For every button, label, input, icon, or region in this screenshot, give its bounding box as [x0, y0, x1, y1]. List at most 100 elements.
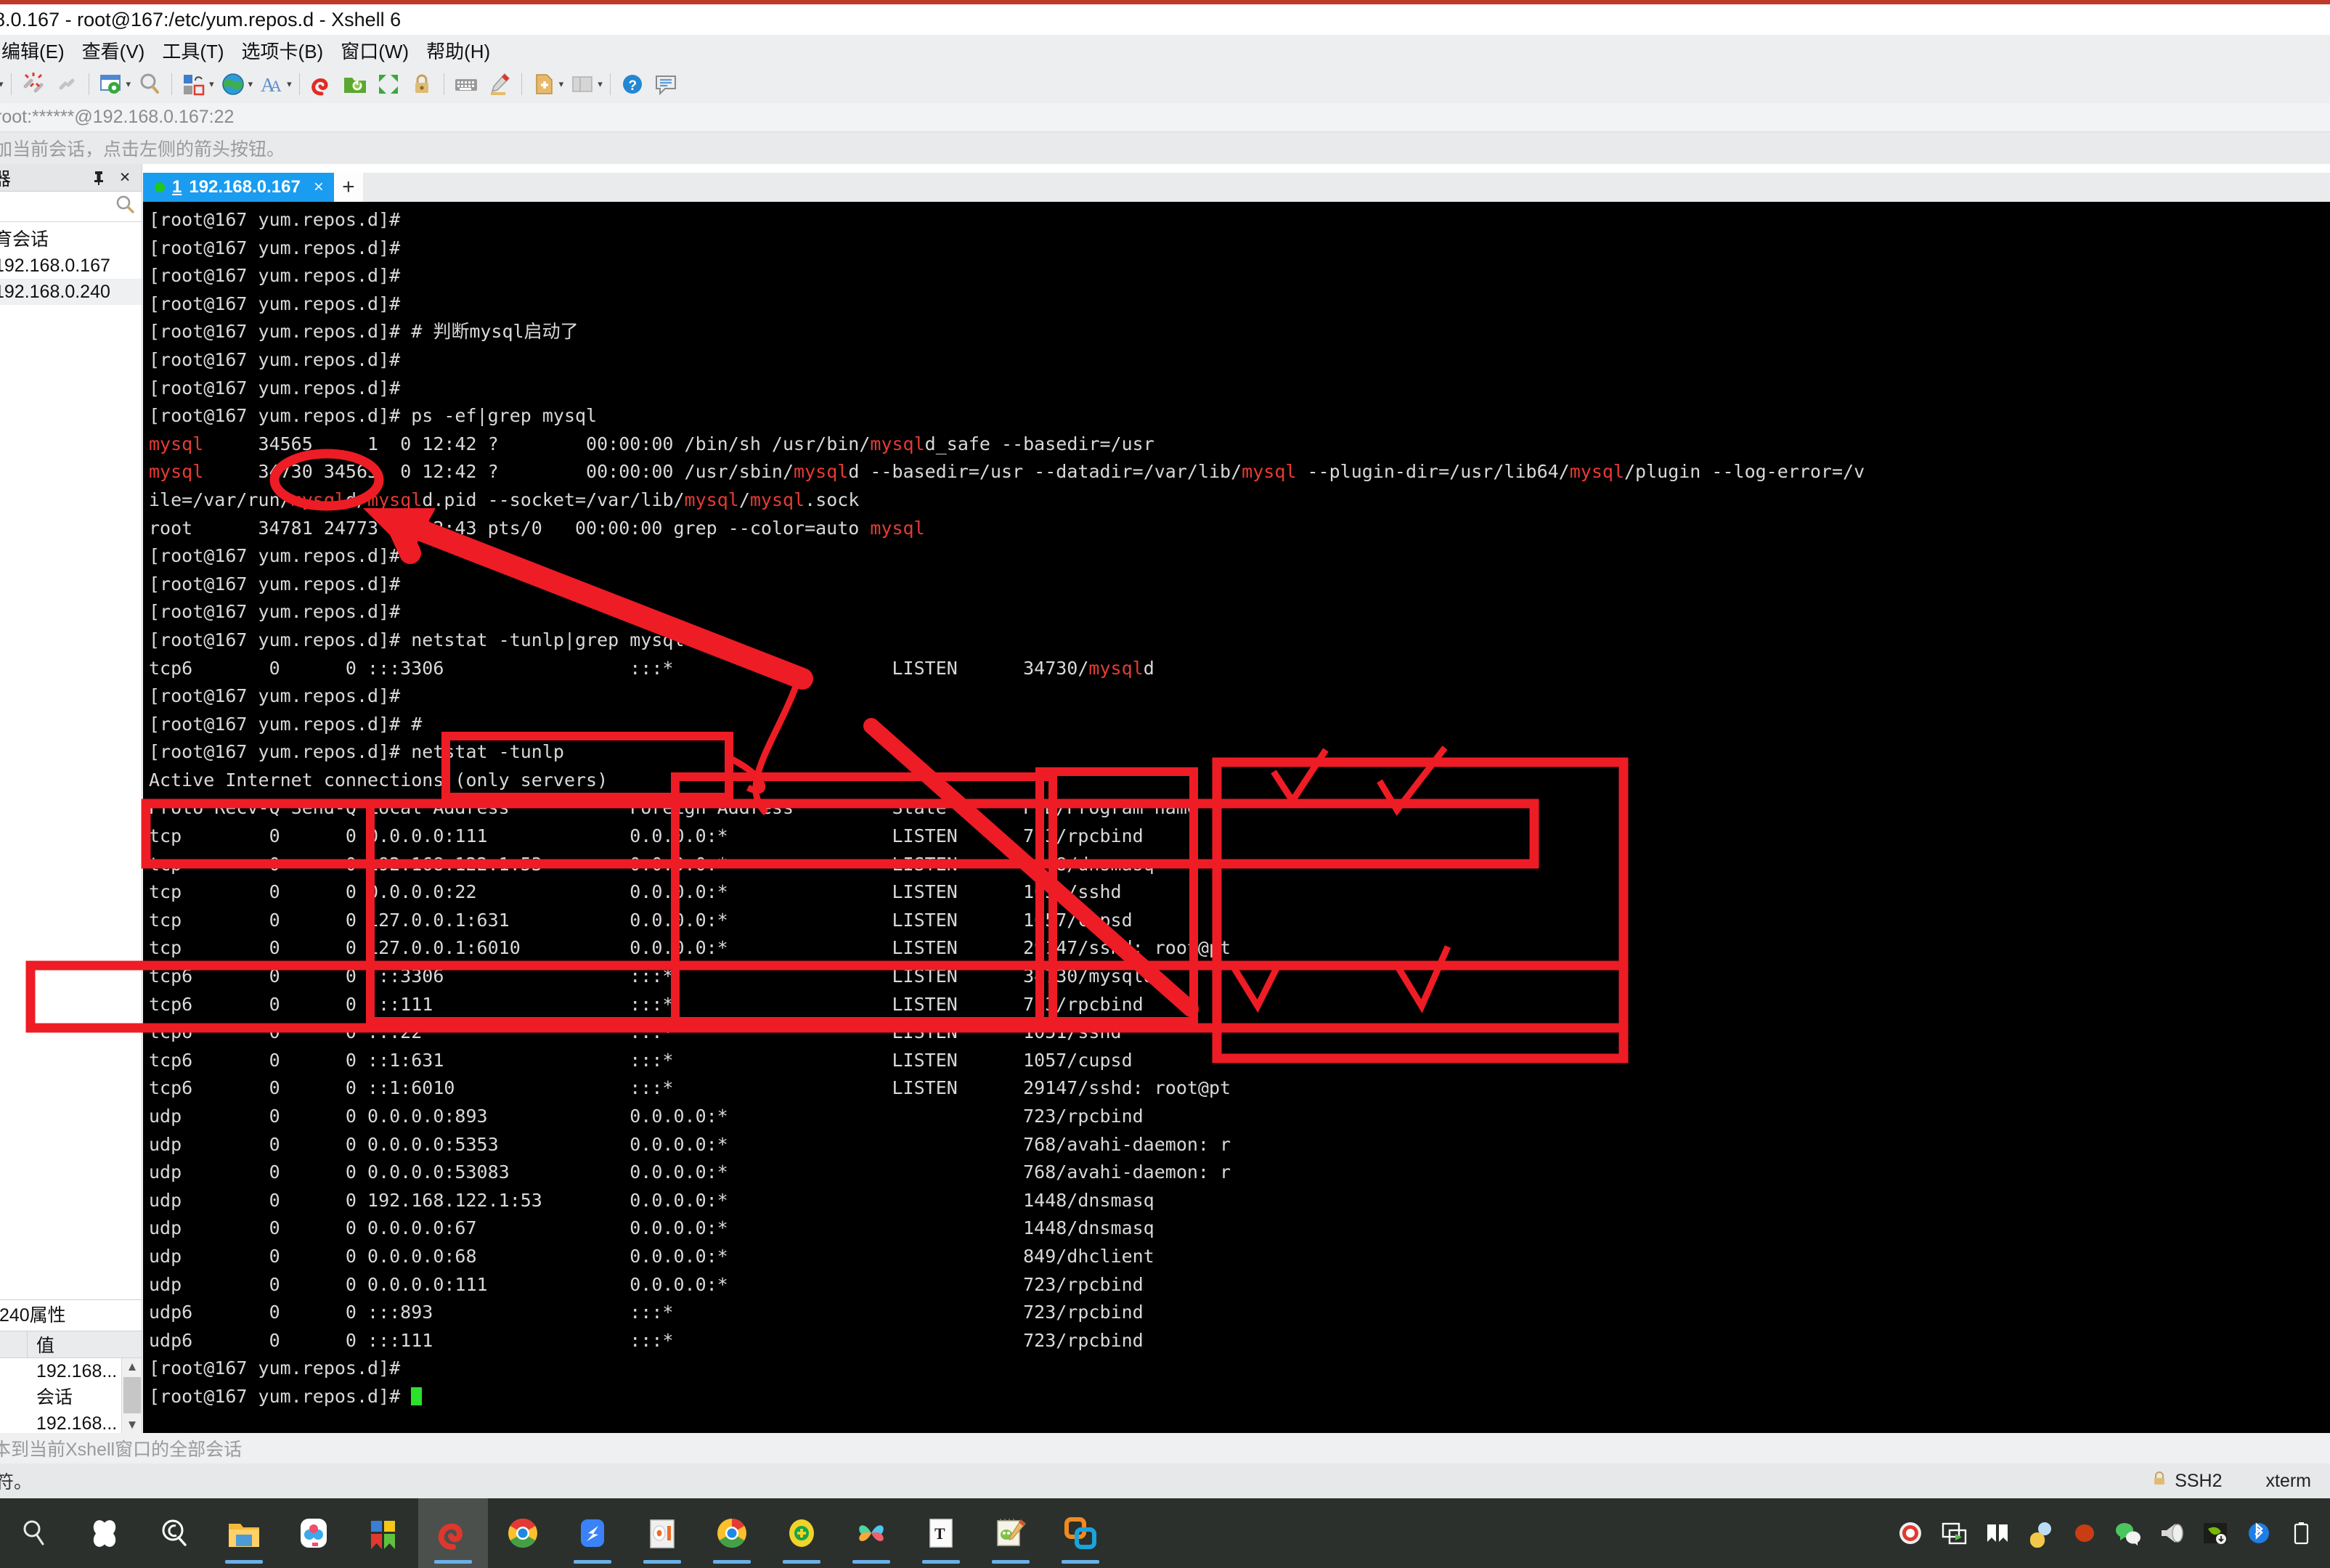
screencast-icon[interactable]: [1932, 1498, 1976, 1568]
toolbar-separator: [521, 73, 522, 95]
search-icon[interactable]: [114, 194, 136, 219]
chevron-down-icon[interactable]: ▾: [209, 78, 214, 90]
properties-icon[interactable]: [98, 71, 124, 97]
font-icon[interactable]: A A: [258, 71, 285, 97]
chevron-up-icon[interactable]: ▲: [122, 1358, 142, 1376]
session-search-row[interactable]: [0, 192, 142, 222]
typora-icon[interactable]: T: [906, 1498, 976, 1568]
nvidia-icon[interactable]: [2193, 1498, 2237, 1568]
xshell-icon[interactable]: [418, 1498, 488, 1568]
footer-hint-text: 本到当前Xshell窗口的全部会话: [0, 1440, 243, 1460]
xshell-window: 8.0.167 - root@167:/etc/yum.repos.d - Xs…: [0, 0, 2330, 1568]
properties-title: .240属性: [0, 1305, 66, 1326]
media-icon[interactable]: [627, 1498, 697, 1568]
battery-icon[interactable]: [2281, 1498, 2324, 1568]
session-group-all[interactable]: 育会话: [0, 226, 142, 253]
properties-row[interactable]: 会话: [0, 1384, 142, 1410]
dove-icon[interactable]: [558, 1498, 627, 1568]
address-bar[interactable]: root:******@192.168.0.167:22: [0, 103, 2330, 132]
transfer-icon[interactable]: [181, 71, 207, 97]
folder-run-icon[interactable]: [342, 71, 368, 97]
taskbar-running-indicator: [643, 1560, 681, 1564]
terminal-line: [root@167 yum.repos.d]#: [149, 685, 401, 707]
terminal-line: tcp6 0 0 :::3306 :::* LISTEN 34730/mysql…: [149, 657, 1154, 679]
hint-text: 加当前会话，点击左侧的箭头按钮。: [0, 139, 285, 160]
lock-icon: [2151, 1471, 2167, 1492]
tab-192-168-0-167[interactable]: 1 192.168.0.167 ×: [143, 173, 334, 202]
speaker-icon[interactable]: [2150, 1498, 2193, 1568]
taskbar-running-indicator: [434, 1560, 472, 1564]
terminal-line: tcp 0 0 127.0.0.1:6010 0.0.0.0:* LISTEN …: [149, 937, 1231, 959]
record-icon[interactable]: [1889, 1498, 1932, 1568]
help-icon[interactable]: ?: [619, 71, 645, 97]
find-icon[interactable]: [137, 71, 163, 97]
terminal-line: [root@167 yum.repos.d]#: [149, 293, 401, 314]
session-item-167[interactable]: 192.168.0.167: [0, 253, 142, 279]
session-item-240[interactable]: 192.168.0.240: [0, 279, 142, 305]
menu-item-tools[interactable]: 工具(T): [153, 37, 232, 64]
terminal-line: tcp6 0 0 :::22 :::* LISTEN 1051/sshd: [149, 1021, 1122, 1043]
chevron-down-icon[interactable]: ▾: [598, 78, 603, 90]
terminal-line: udp 0 0 0.0.0.0:111 0.0.0.0:* 723/rpcbin…: [149, 1273, 1144, 1295]
chevron-down-icon[interactable]: ▾: [287, 78, 292, 90]
baidu-netdisk-icon[interactable]: [279, 1498, 349, 1568]
file-explorer-icon[interactable]: [209, 1498, 279, 1568]
chrome-icon[interactable]: [488, 1498, 558, 1568]
wechat-icon[interactable]: [2106, 1498, 2150, 1568]
menu-item-view[interactable]: 查看(V): [73, 37, 154, 64]
link-icon[interactable]: [54, 71, 80, 97]
butterfly-icon[interactable]: [836, 1498, 906, 1568]
comment-icon[interactable]: [653, 71, 679, 97]
layout-icon[interactable]: [569, 71, 595, 97]
vmware-icon[interactable]: [1046, 1498, 1115, 1568]
taskbar-running-indicator: [225, 1560, 263, 1564]
chevron-down-icon[interactable]: ▾: [126, 78, 131, 90]
terminal-line: udp 0 0 0.0.0.0:53083 0.0.0.0:* 768/avah…: [149, 1161, 1231, 1183]
notepad-icon[interactable]: [976, 1498, 1046, 1568]
eset-icon[interactable]: [767, 1498, 836, 1568]
menu-item-edit[interactable]: 编辑(E): [0, 37, 73, 64]
terminal-output[interactable]: [root@167 yum.repos.d]# [root@167 yum.rep…: [143, 202, 2330, 1433]
terminal-line: udp 0 0 0.0.0.0:67 0.0.0.0:* 1448/dnsmas…: [149, 1217, 1154, 1239]
terminal-line: tcp6 0 0 :::3306 :::* LISTEN 34730/mysql…: [149, 965, 1154, 987]
lock-icon[interactable]: [409, 71, 435, 97]
new-file-icon[interactable]: [531, 71, 557, 97]
wps-office-icon[interactable]: [349, 1498, 418, 1568]
search-icon[interactable]: [0, 1498, 70, 1568]
close-icon[interactable]: ×: [115, 167, 134, 187]
new-tab-button[interactable]: +: [333, 173, 363, 202]
terminal-line: tcp6 0 0 ::1:6010 :::* LISTEN 29147/sshd…: [149, 1077, 1231, 1099]
session-panel-title: 器: [0, 168, 12, 189]
wps-tray-icon[interactable]: [1976, 1498, 2019, 1568]
red-dot-icon[interactable]: [2063, 1498, 2106, 1568]
properties-scrollbar[interactable]: ▲ ▼: [121, 1358, 142, 1434]
chevron-down-icon[interactable]: ▾: [0, 78, 4, 90]
close-icon[interactable]: ×: [314, 177, 324, 197]
menu-item-help[interactable]: 帮助(H): [417, 37, 499, 64]
properties-row[interactable]: 192.168...: [0, 1358, 142, 1384]
title-bar: 8.0.167 - root@167:/etc/yum.repos.d - Xs…: [0, 4, 2330, 35]
fullscreen-icon[interactable]: [375, 71, 402, 97]
menu-item-window[interactable]: 窗口(W): [332, 37, 417, 64]
chevron-down-icon[interactable]: ▾: [248, 78, 253, 90]
bluetooth-icon[interactable]: [2237, 1498, 2281, 1568]
keyboard-icon[interactable]: [453, 71, 479, 97]
globe-icon[interactable]: [220, 71, 246, 97]
menu-item-tabs[interactable]: 选项卡(B): [233, 37, 333, 64]
magnifier-icon[interactable]: [139, 1498, 209, 1568]
spiral-icon[interactable]: [309, 71, 335, 97]
disconnect-icon[interactable]: [20, 71, 46, 97]
scrollbar-thumb[interactable]: [123, 1377, 141, 1413]
chevron-down-icon[interactable]: ▾: [559, 78, 564, 90]
highlight-icon[interactable]: [486, 71, 513, 97]
session-list: 育会话 192.168.0.167 192.168.0.240: [0, 222, 142, 305]
chevron-down-icon[interactable]: ▼: [122, 1416, 142, 1434]
terminal-line: [root@167 yum.repos.d]#: [149, 377, 401, 399]
terminal-prompt-line[interactable]: [root@167 yum.repos.d]#: [149, 1383, 2330, 1411]
terminal-line: [root@167 yum.repos.d]#: [149, 237, 401, 258]
cortana-icon[interactable]: [70, 1498, 139, 1568]
toolbar-separator: [298, 73, 300, 95]
pin-icon[interactable]: [89, 168, 108, 187]
chrome2-icon[interactable]: [697, 1498, 767, 1568]
qq-icon[interactable]: [2019, 1498, 2063, 1568]
